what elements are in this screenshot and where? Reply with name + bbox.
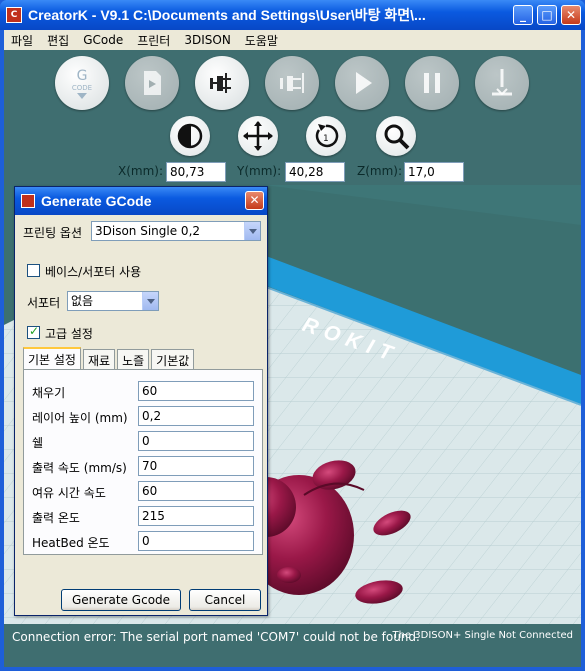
printing-option-select[interactable]: 3Dison Single 0,2 (91, 221, 261, 241)
base-support-checkbox[interactable] (27, 264, 40, 277)
print-speed-input[interactable]: 70 (138, 456, 254, 476)
shell-label: 쉘 (32, 436, 44, 450)
menu-bar: 파일 편집 GCode 프린터 3DISON 도움말 (4, 30, 581, 50)
y-coord-label: Y(mm): (237, 164, 282, 178)
dialog-title: Generate GCode (41, 193, 152, 209)
close-button[interactable]: ✕ (561, 5, 581, 25)
chevron-down-icon (244, 222, 260, 240)
base-support-label: 베이스/서포터 사용 (45, 265, 142, 279)
x-coord-input[interactable]: 80,73 (166, 162, 226, 182)
window-title: CreatorK - V9.1 C:\Documents and Setting… (28, 7, 426, 23)
arrow-down-icon (77, 93, 87, 99)
maximize-button[interactable]: □ (537, 5, 557, 25)
tab-nozzle[interactable]: 노즐 (117, 349, 150, 369)
menu-help[interactable]: 도움말 (238, 32, 285, 49)
layer-height-label: 레이어 높이 (mm) (32, 411, 128, 425)
plug-connect-icon (210, 73, 231, 93)
connect-button[interactable] (195, 56, 249, 110)
dialog-app-icon (21, 194, 35, 208)
status-bar: Connection error: The serial port named … (4, 624, 581, 667)
dialog-title-bar[interactable]: Generate GCode ✕ (15, 187, 267, 215)
rotate-button[interactable]: 1 (306, 116, 346, 156)
sd-card-icon (144, 71, 161, 95)
menu-file[interactable]: 파일 (4, 32, 40, 49)
z-coord-label: Z(mm): (357, 164, 403, 178)
move-arrows-icon (243, 121, 273, 151)
menu-edit[interactable]: 편집 (40, 32, 76, 49)
connection-status: The 3DISON+ Single Not Connected (392, 630, 573, 641)
menu-3dison[interactable]: 3DISON (177, 33, 237, 47)
generate-gcode-button[interactable]: Generate Gcode (61, 589, 181, 611)
sd-card-button[interactable] (125, 56, 179, 110)
status-message: Connection error: The serial port named … (12, 630, 420, 644)
printing-option-label: 프린팅 옵션 (23, 226, 83, 240)
play-icon (356, 72, 372, 94)
zoom-button[interactable] (376, 116, 416, 156)
gcode-button[interactable]: G CODE (55, 56, 109, 110)
cancel-button[interactable]: Cancel (189, 589, 261, 611)
gcode-icon-letter: G (76, 68, 88, 84)
toolbar: G CODE 1 X(mm): 80,73 Y(mm): 40,28 Z(mm)… (4, 50, 581, 185)
advanced-settings-checkbox[interactable] (27, 324, 40, 339)
disconnect-button[interactable] (265, 56, 319, 110)
pause-icon (424, 73, 440, 93)
heatbed-temperature-label: HeatBed 온도 (32, 536, 110, 550)
view-mode-button[interactable] (170, 116, 210, 156)
support-value: 없음 (71, 294, 94, 308)
chevron-down-icon (142, 292, 158, 310)
layer-height-input[interactable]: 0,2 (138, 406, 254, 426)
window-title-bar[interactable]: C CreatorK - V9.1 C:\Documents and Setti… (0, 0, 585, 30)
nozzle-stop-icon (492, 69, 512, 96)
print-speed-label: 출력 속도 (mm/s) (32, 461, 127, 475)
rotate-icon: 1 (315, 124, 339, 148)
support-label: 서포터 (27, 296, 61, 310)
print-temperature-label: 출력 온도 (32, 511, 80, 525)
heatbed-temperature-input[interactable]: 0 (138, 531, 254, 551)
infill-input[interactable]: 60 (138, 381, 254, 401)
dialog-close-button[interactable]: ✕ (245, 191, 264, 210)
basic-settings-panel: 채우기 60 레이어 높이 (mm) 0,2 쉘 0 출력 속도 (mm/s) … (23, 369, 263, 555)
z-coord-input[interactable]: 17,0 (404, 162, 464, 182)
tab-basic-settings[interactable]: 기본 설정 (23, 347, 81, 369)
infill-label: 채우기 (32, 386, 66, 400)
svg-text:1: 1 (323, 134, 329, 144)
x-coord-label: X(mm): (118, 164, 164, 178)
advanced-settings-label: 고급 설정 (45, 327, 93, 341)
minimize-button[interactable]: _ (513, 5, 533, 25)
mirror-view-icon (177, 123, 203, 149)
app-icon: C (6, 7, 22, 23)
shell-input[interactable]: 0 (138, 431, 254, 451)
travel-speed-input[interactable]: 60 (138, 481, 254, 501)
settings-tabs: 기본 설정 재료 노즐 기본값 (23, 347, 196, 369)
menu-printer[interactable]: 프린터 (130, 32, 177, 49)
tab-defaults[interactable]: 기본값 (151, 349, 195, 369)
support-select[interactable]: 없음 (67, 291, 159, 311)
move-button[interactable] (238, 116, 278, 156)
plug-disconnect-icon (280, 73, 304, 93)
menu-gcode[interactable]: GCode (76, 33, 130, 47)
y-coord-input[interactable]: 40,28 (285, 162, 345, 182)
print-start-button[interactable] (335, 56, 389, 110)
generate-gcode-dialog: Generate GCode ✕ 프린팅 옵션 3Dison Single 0,… (14, 186, 268, 616)
print-pause-button[interactable] (405, 56, 459, 110)
tab-material[interactable]: 재료 (82, 349, 116, 369)
print-temperature-input[interactable]: 215 (138, 506, 254, 526)
printing-option-value: 3Dison Single 0,2 (95, 224, 201, 238)
travel-speed-label: 여유 시간 속도 (32, 486, 106, 500)
magnifier-icon (384, 124, 410, 150)
gcode-icon-caption: CODE (71, 84, 93, 92)
emergency-stop-button[interactable] (475, 56, 529, 110)
